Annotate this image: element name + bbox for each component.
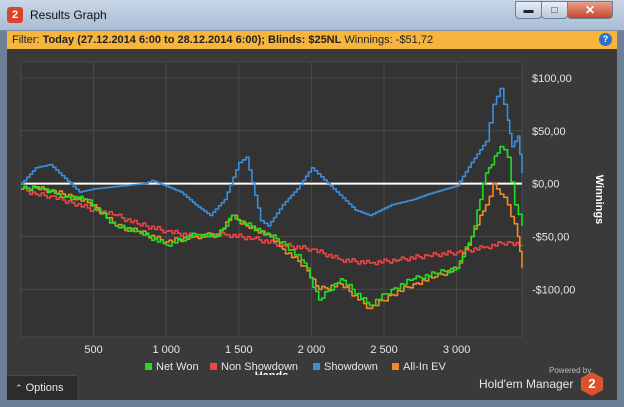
minimize-button[interactable]: ▬ xyxy=(515,1,542,19)
chevron-up-icon: ⌃ xyxy=(15,383,23,393)
holdem-manager-logo-icon: 2 xyxy=(581,372,603,396)
legend-swatch xyxy=(313,363,320,370)
filter-date-range: Today (27.12.2014 6:00 to 28.12.2014 6:0… xyxy=(42,34,265,46)
x-tick-label: 2 500 xyxy=(370,344,398,356)
x-tick-label: 2 000 xyxy=(298,344,326,356)
window-title: Results Graph xyxy=(30,8,107,22)
legend-label: Non Showdown xyxy=(221,361,298,373)
filter-winnings-label: Winnings: xyxy=(344,34,393,46)
x-tick-label: 1 500 xyxy=(225,344,253,356)
maximize-button[interactable]: □ xyxy=(541,1,568,19)
filter-winnings-value: -$51,72 xyxy=(395,34,434,46)
x-tick-label: 3 000 xyxy=(443,344,471,356)
y-tick-label: -$50,00 xyxy=(532,232,569,244)
title-bar[interactable]: 2 Results Graph ▬ □ ✕ xyxy=(0,0,624,31)
legend-label: Net Won xyxy=(156,361,199,373)
filter-blinds: Blinds: $25NL xyxy=(268,34,342,46)
filter-bar: Filter: Today (27.12.2014 6:00 to 28.12.… xyxy=(7,31,617,49)
results-graph-window: 2 Results Graph ▬ □ ✕ Filter: Today (27.… xyxy=(0,0,624,407)
powered-by-text: Powered by xyxy=(549,366,592,375)
y-tick-label: $100,00 xyxy=(532,73,572,85)
legend-label: Showdown xyxy=(324,361,378,373)
results-chart: 500 1 000 1 500 2 000 2 500 3 000 $100,00 $50,0… xyxy=(20,61,605,375)
options-label: Options xyxy=(25,382,64,394)
help-icon[interactable]: ? xyxy=(599,33,612,46)
app-logo-icon: 2 xyxy=(7,7,23,23)
legend-swatch xyxy=(210,363,217,370)
x-tick-label: 500 xyxy=(84,344,102,356)
y-axis-label: Winnings xyxy=(593,175,605,224)
graph-panel: Filter: Today (27.12.2014 6:00 to 28.12.… xyxy=(7,31,617,400)
options-button[interactable]: ⌃ Options xyxy=(7,375,77,400)
legend-swatch xyxy=(392,363,399,370)
brand-name: Hold'em Manager xyxy=(479,377,574,391)
filter-label: Filter: xyxy=(12,34,40,46)
close-button[interactable]: ✕ xyxy=(567,1,613,19)
x-tick-label: 1 000 xyxy=(152,344,180,356)
y-tick-label: $50,00 xyxy=(532,126,566,138)
legend-swatch xyxy=(145,363,152,370)
legend-label: All-In EV xyxy=(403,361,446,373)
y-tick-label: -$100,00 xyxy=(532,284,575,296)
y-tick-label: $0,00 xyxy=(532,179,560,191)
plot-area xyxy=(20,61,523,338)
